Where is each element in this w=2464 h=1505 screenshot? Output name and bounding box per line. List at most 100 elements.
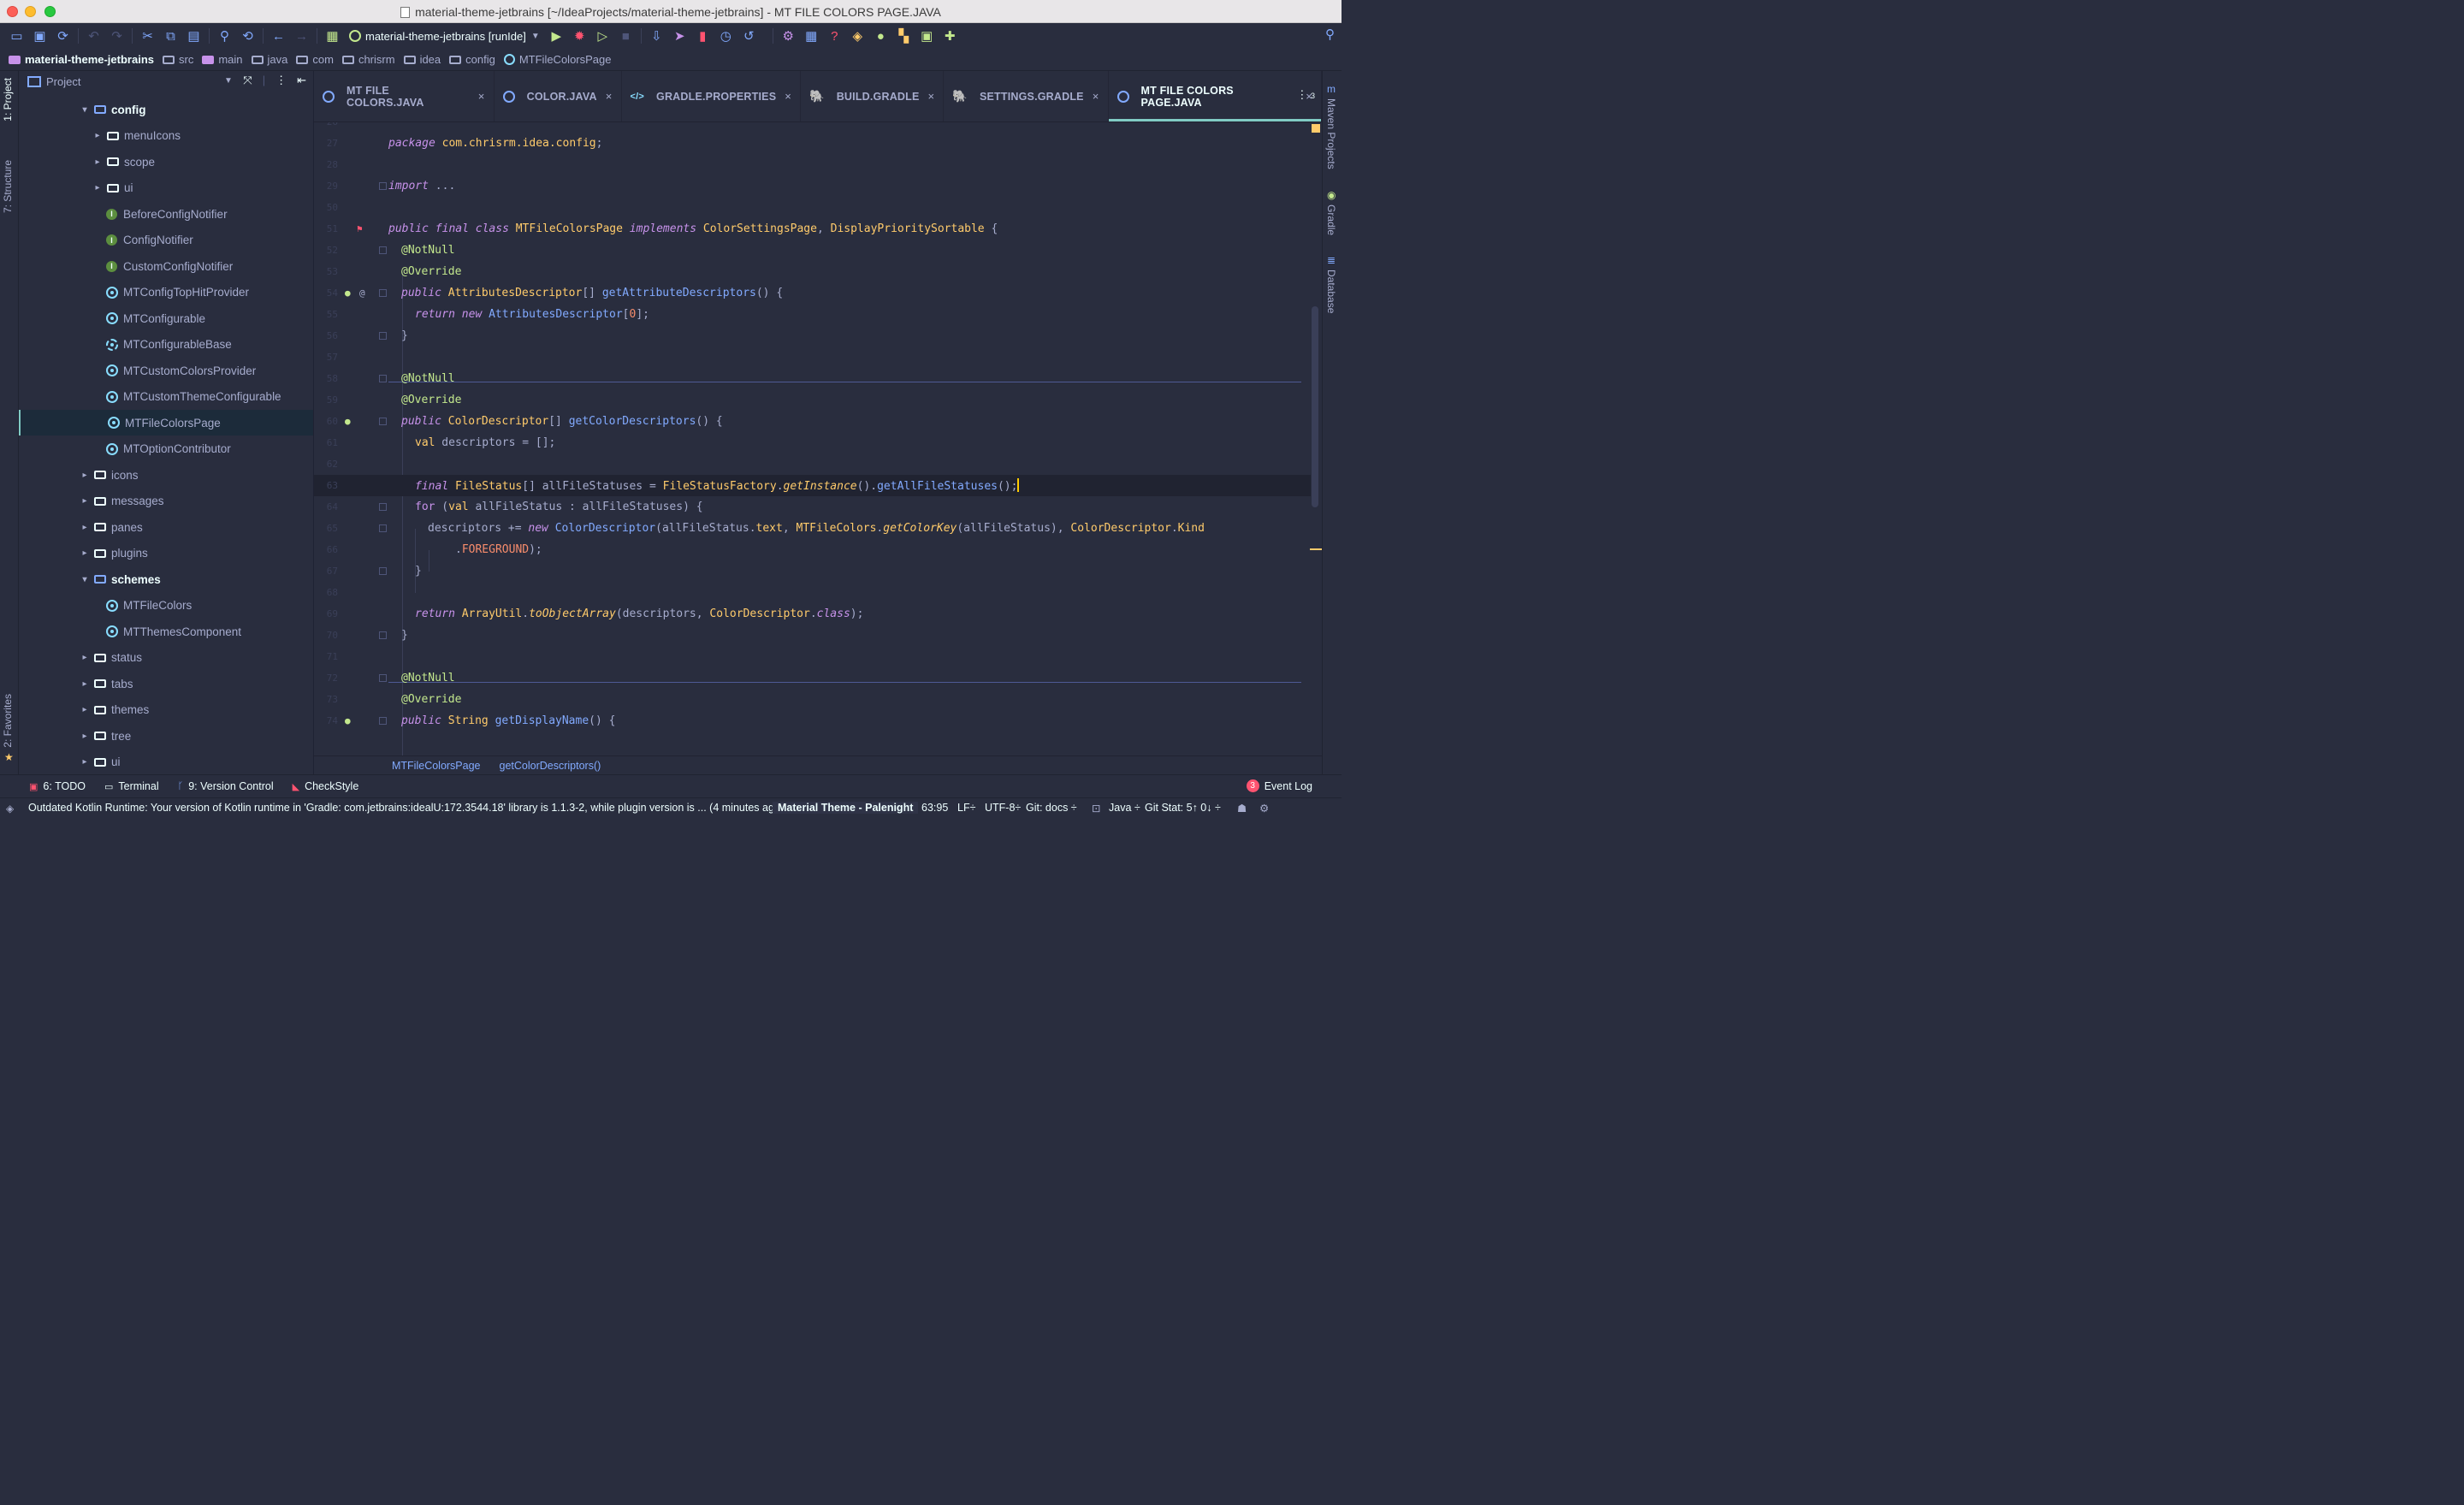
annotation-icon[interactable]: @ [359, 287, 365, 299]
tree-item[interactable]: MTConfigTopHitProvider [19, 280, 313, 305]
chevron-down-icon[interactable]: ▼ [224, 76, 233, 86]
fold-marker-icon[interactable] [379, 418, 387, 425]
git-stat[interactable]: Git Stat: 5↑ 0↓ ÷ [1145, 802, 1221, 814]
tree-item[interactable]: MTConfigurableBase [19, 332, 313, 358]
code-line[interactable]: 51 ⚑ public final class MTFileColorsPage i… [314, 218, 1311, 240]
tool-button-version-control[interactable]: ᚴ 9: Version Control [178, 780, 274, 792]
tree-item[interactable]: ▸ plugins [19, 541, 313, 566]
language-select[interactable]: Java ÷ [1109, 802, 1140, 814]
code-line[interactable]: 61 val descriptors = []; [314, 432, 1311, 453]
fold-marker-icon[interactable] [379, 631, 387, 639]
code-line[interactable]: 63 final FileStatus[] allFileStatuses = F… [314, 475, 1311, 496]
implements-icon[interactable]: ● [345, 287, 351, 299]
tree-item[interactable]: MTConfigurable [19, 305, 313, 331]
code-line[interactable]: 60 ● public ColorDescriptor[] getColorDesc… [314, 411, 1311, 432]
breadcrumb-item[interactable]: MTFileColorsPage [503, 53, 612, 66]
breadcrumb-item[interactable]: config [449, 53, 495, 66]
tree-item[interactable]: ▸ tabs [19, 671, 313, 696]
inspector-icon[interactable]: ☗ [1237, 802, 1247, 815]
chevron-right-icon[interactable]: ▸ [79, 732, 91, 741]
chevron-right-icon[interactable]: ▸ [79, 757, 91, 767]
line-separator-select[interactable]: LF÷ [957, 802, 975, 814]
editor-crumb-class[interactable]: MTFileColorsPage [392, 760, 481, 772]
close-tab-icon[interactable]: × [478, 90, 485, 103]
revert-icon[interactable]: ↺ [737, 27, 761, 45]
more-options-icon[interactable]: ⋮ [275, 74, 287, 87]
tab-build-gradle[interactable]: 🐘 BUILD.GRADLE × [801, 71, 945, 121]
close-tab-icon[interactable]: × [1093, 90, 1099, 103]
plugin-b-icon[interactable]: ▚ [892, 27, 915, 45]
tree-item[interactable]: ▸ ui [19, 175, 313, 201]
forward-icon[interactable]: → [290, 27, 313, 45]
tool-tab-maven-projects[interactable]: Maven Projects [1325, 98, 1337, 169]
tool-tab-gradle[interactable]: Gradle [1325, 204, 1337, 235]
tree-item[interactable]: MTOptionContributor [19, 436, 313, 462]
tool-button-todo[interactable]: ▣ 6: TODO [29, 780, 86, 792]
tab-settings-gradle[interactable]: 🐘 SETTINGS.GRADLE × [944, 71, 1109, 121]
tree-item[interactable]: MTCustomThemeConfigurable [19, 384, 313, 410]
code-line[interactable]: 74 ● public String getDisplayName() { [314, 710, 1311, 732]
tab-mt-file-colors[interactable]: MT FILE COLORS.JAVA × [314, 71, 495, 121]
tree-item[interactable]: ▾ schemes [19, 566, 313, 592]
debug-icon[interactable]: ✹ [568, 27, 591, 45]
code-line[interactable]: 58 @NotNull [314, 368, 1311, 389]
plugin-a-icon[interactable]: ● [869, 27, 892, 45]
tree-item[interactable]: ▸ icons [19, 462, 313, 488]
code-line[interactable]: 70} [314, 625, 1311, 646]
tree-item[interactable]: I BeforeConfigNotifier [19, 201, 313, 227]
hide-panel-icon[interactable]: ⇤ [297, 74, 306, 87]
vcs-update-icon[interactable]: ⇩ [645, 27, 668, 45]
vcs-push-icon[interactable]: ➤ [668, 27, 691, 45]
sync-icon[interactable]: ⟳ [51, 27, 74, 45]
breadcrumb-item[interactable]: java [251, 53, 287, 66]
fold-marker-icon[interactable] [379, 567, 387, 575]
code-line[interactable]: 53 @Override [314, 261, 1311, 282]
tool-tab-project[interactable]: 1: Project [2, 78, 14, 121]
warning-marker-icon[interactable] [1312, 124, 1320, 133]
chevron-right-icon[interactable]: ▸ [79, 679, 91, 689]
error-stripe-marker[interactable] [1310, 548, 1322, 550]
breadcrumb-item[interactable]: material-theme-jetbrains [9, 53, 154, 66]
breadcrumb-item[interactable]: idea [403, 53, 441, 66]
build-icon[interactable]: ▦ [321, 27, 344, 45]
fold-marker-icon[interactable] [379, 246, 387, 254]
fold-marker-icon[interactable] [379, 503, 387, 511]
close-tab-icon[interactable]: × [928, 90, 935, 103]
tab-mt-file-colors-page[interactable]: MT FILE COLORS PAGE.JAVA × [1108, 71, 1322, 121]
breadcrumb-item[interactable]: com [296, 53, 334, 66]
tab-gradle-properties[interactable]: </> GRADLE.PROPERTIES × [622, 71, 802, 121]
chevron-right-icon[interactable]: ▸ [92, 131, 104, 140]
event-log-button[interactable]: 3 Event Log [1246, 779, 1312, 792]
open-folder-icon[interactable]: ▭ [5, 27, 28, 45]
more-tabs-button[interactable]: ⋮ 3 [1296, 88, 1315, 102]
code-line[interactable]: 54 ● @ public AttributesDescriptor[] getAtt… [314, 282, 1311, 304]
run-icon[interactable]: ▶ [545, 27, 568, 45]
code-line[interactable]: 71 [314, 646, 1311, 667]
code-line[interactable]: 73 @Override [314, 689, 1311, 710]
implements-icon[interactable]: ● [345, 416, 351, 427]
lock-icon[interactable]: ⊡ [1092, 802, 1100, 815]
tool-tab-database[interactable]: Database [1325, 270, 1337, 313]
code-line[interactable]: 50 [314, 197, 1311, 218]
code-line[interactable]: 64 for (val allFileStatus : allFileStatus… [314, 496, 1311, 518]
settings-icon[interactable]: ⚙ [777, 27, 800, 45]
chevron-right-icon[interactable]: ▸ [92, 183, 104, 193]
code-editor[interactable]: 26 27 package com.chrisrm.idea.config; 28 29… [314, 122, 1322, 755]
tree-item[interactable]: I CustomConfigNotifier [19, 253, 313, 279]
tree-item[interactable]: ▸ status [19, 645, 313, 671]
scrollbar-thumb[interactable] [1312, 306, 1318, 507]
project-structure-icon[interactable]: ▦ [800, 27, 823, 45]
code-line[interactable]: 67} [314, 560, 1311, 582]
encoding-select[interactable]: UTF-8÷ [985, 802, 1021, 814]
code-line[interactable]: 52 @NotNull [314, 240, 1311, 261]
fold-marker-icon[interactable] [379, 289, 387, 297]
status-message[interactable]: Outdated Kotlin Runtime: Your version of… [28, 802, 784, 814]
code-line[interactable]: 27 package com.chrisrm.idea.config; [314, 133, 1311, 154]
tree-item[interactable]: MTThemesComponent [19, 619, 313, 644]
layers-icon[interactable]: ◈ [6, 803, 14, 815]
close-tab-icon[interactable]: × [606, 90, 613, 103]
code-line[interactable]: 72 @NotNull [314, 667, 1311, 689]
paste-icon[interactable]: ▤ [182, 27, 205, 45]
undo-icon[interactable]: ↶ [82, 27, 105, 45]
back-icon[interactable]: ← [267, 27, 290, 45]
